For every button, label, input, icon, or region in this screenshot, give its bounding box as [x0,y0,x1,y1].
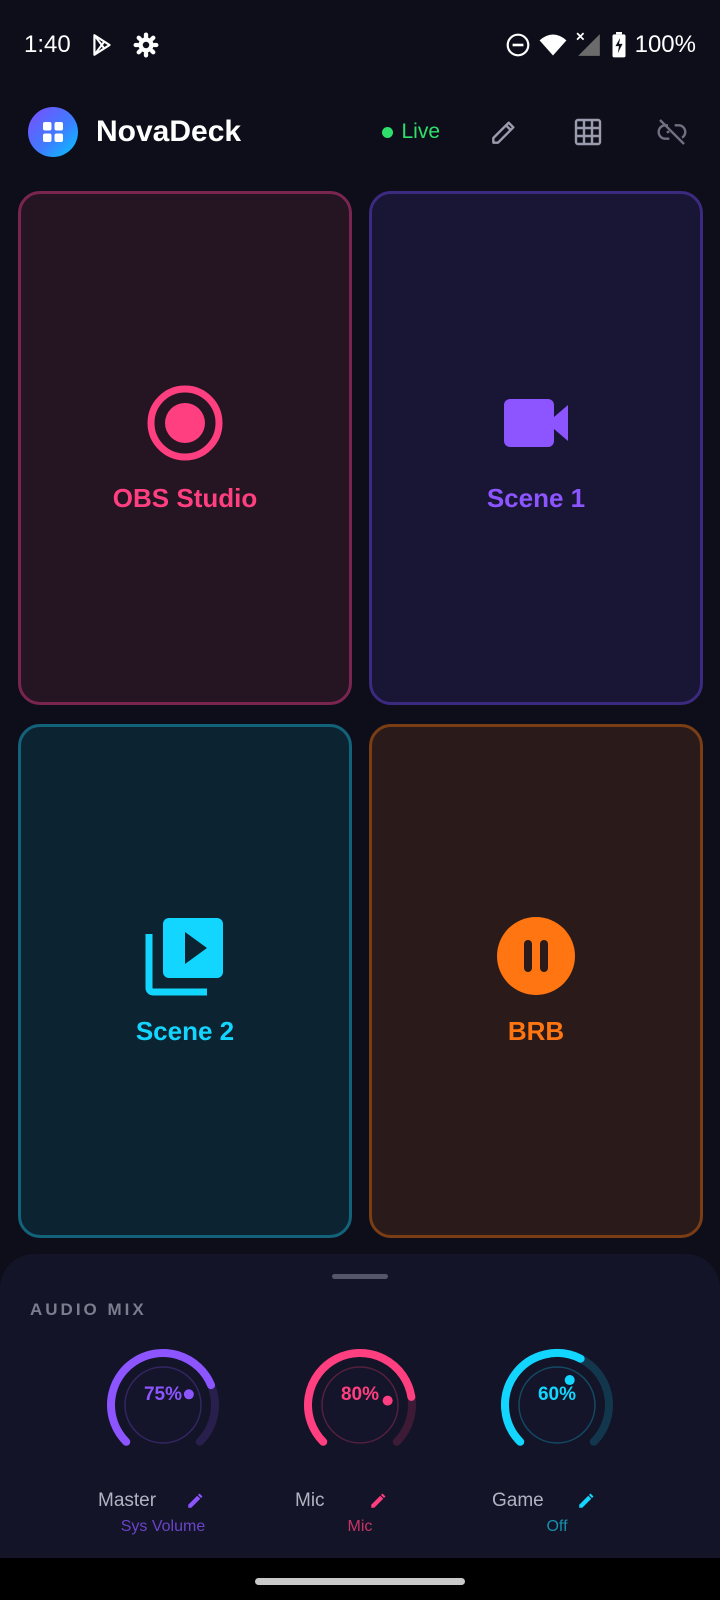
deck-grid: OBS Studio Scene 1 Scene 2 BRB [18,191,703,1239]
knob-name-row: Mic [295,1490,425,1512]
app-grid-icon [28,107,78,157]
status-time: 1:40 [24,31,71,58]
knob-name: Game [492,1490,544,1511]
deck-button-scene-1[interactable]: Scene 1 [369,191,703,705]
knob-mic[interactable]: 80% Mic Mic [295,1340,425,1536]
deck-button-brb[interactable]: BRB [369,724,703,1238]
record-icon [147,385,223,460]
edit-icon [371,1493,386,1508]
live-dot [382,126,394,138]
video-library-icon [145,917,223,995]
deck-button-obs-studio[interactable]: OBS Studio [18,191,352,705]
edit-icon [492,121,515,144]
wifi-icon [539,32,567,58]
play-store-icon [89,32,115,58]
video-camera-icon [504,398,568,447]
battery-charging-icon [611,32,627,58]
grid-layout-icon [574,118,602,146]
live-status: Live [382,120,440,144]
knob-name-row: Game [492,1490,622,1512]
knob-name: Mic [295,1490,325,1511]
knob-master[interactable]: 75% Master Sys Volume [98,1340,228,1536]
app-title: NovaDeck [96,115,242,148]
link-off-icon [657,119,687,145]
knob-value: 80% [340,1384,380,1405]
knob-source: Mic [347,1518,373,1535]
knob-value: 75% [143,1384,183,1405]
deck-button-label: BRB [507,1015,565,1046]
knob-value: 60% [537,1384,577,1405]
knob-game[interactable]: 60% Game Off [492,1340,622,1536]
deck-button-label: Scene 1 [486,482,586,513]
drag-handle[interactable] [332,1274,388,1279]
audio-mix-panel: AUDIO MIX 75% Master Sys Volume 80% Mic … [0,1254,720,1558]
edit-button[interactable] [484,112,524,152]
edit-icon [579,1493,594,1508]
deck-button-label: OBS Studio [112,482,258,513]
pause-circle-icon [497,916,575,995]
signal-icon [575,32,603,58]
system-nav-bar [0,1558,720,1600]
deck-button-scene-2[interactable]: Scene 2 [18,724,352,1238]
knob-source: Sys Volume [120,1518,206,1535]
edit-icon [188,1493,203,1508]
status-bar: 1:40 100% [0,0,720,90]
disconnect-button[interactable] [652,112,692,152]
settings-icon [133,32,159,58]
app-header: NovaDeck Live [0,92,720,172]
knob-source: Off [546,1518,568,1535]
battery-level: 100% [634,31,696,58]
knob-name: Master [98,1490,157,1511]
home-gesture-pill[interactable] [255,1578,465,1585]
section-title: AUDIO MIX [30,1300,147,1319]
live-label: Live [401,120,440,143]
knob-name-row: Master [98,1490,228,1512]
grid-layout-button[interactable] [568,112,608,152]
dnd-icon [505,32,531,58]
deck-button-label: Scene 2 [135,1015,235,1046]
